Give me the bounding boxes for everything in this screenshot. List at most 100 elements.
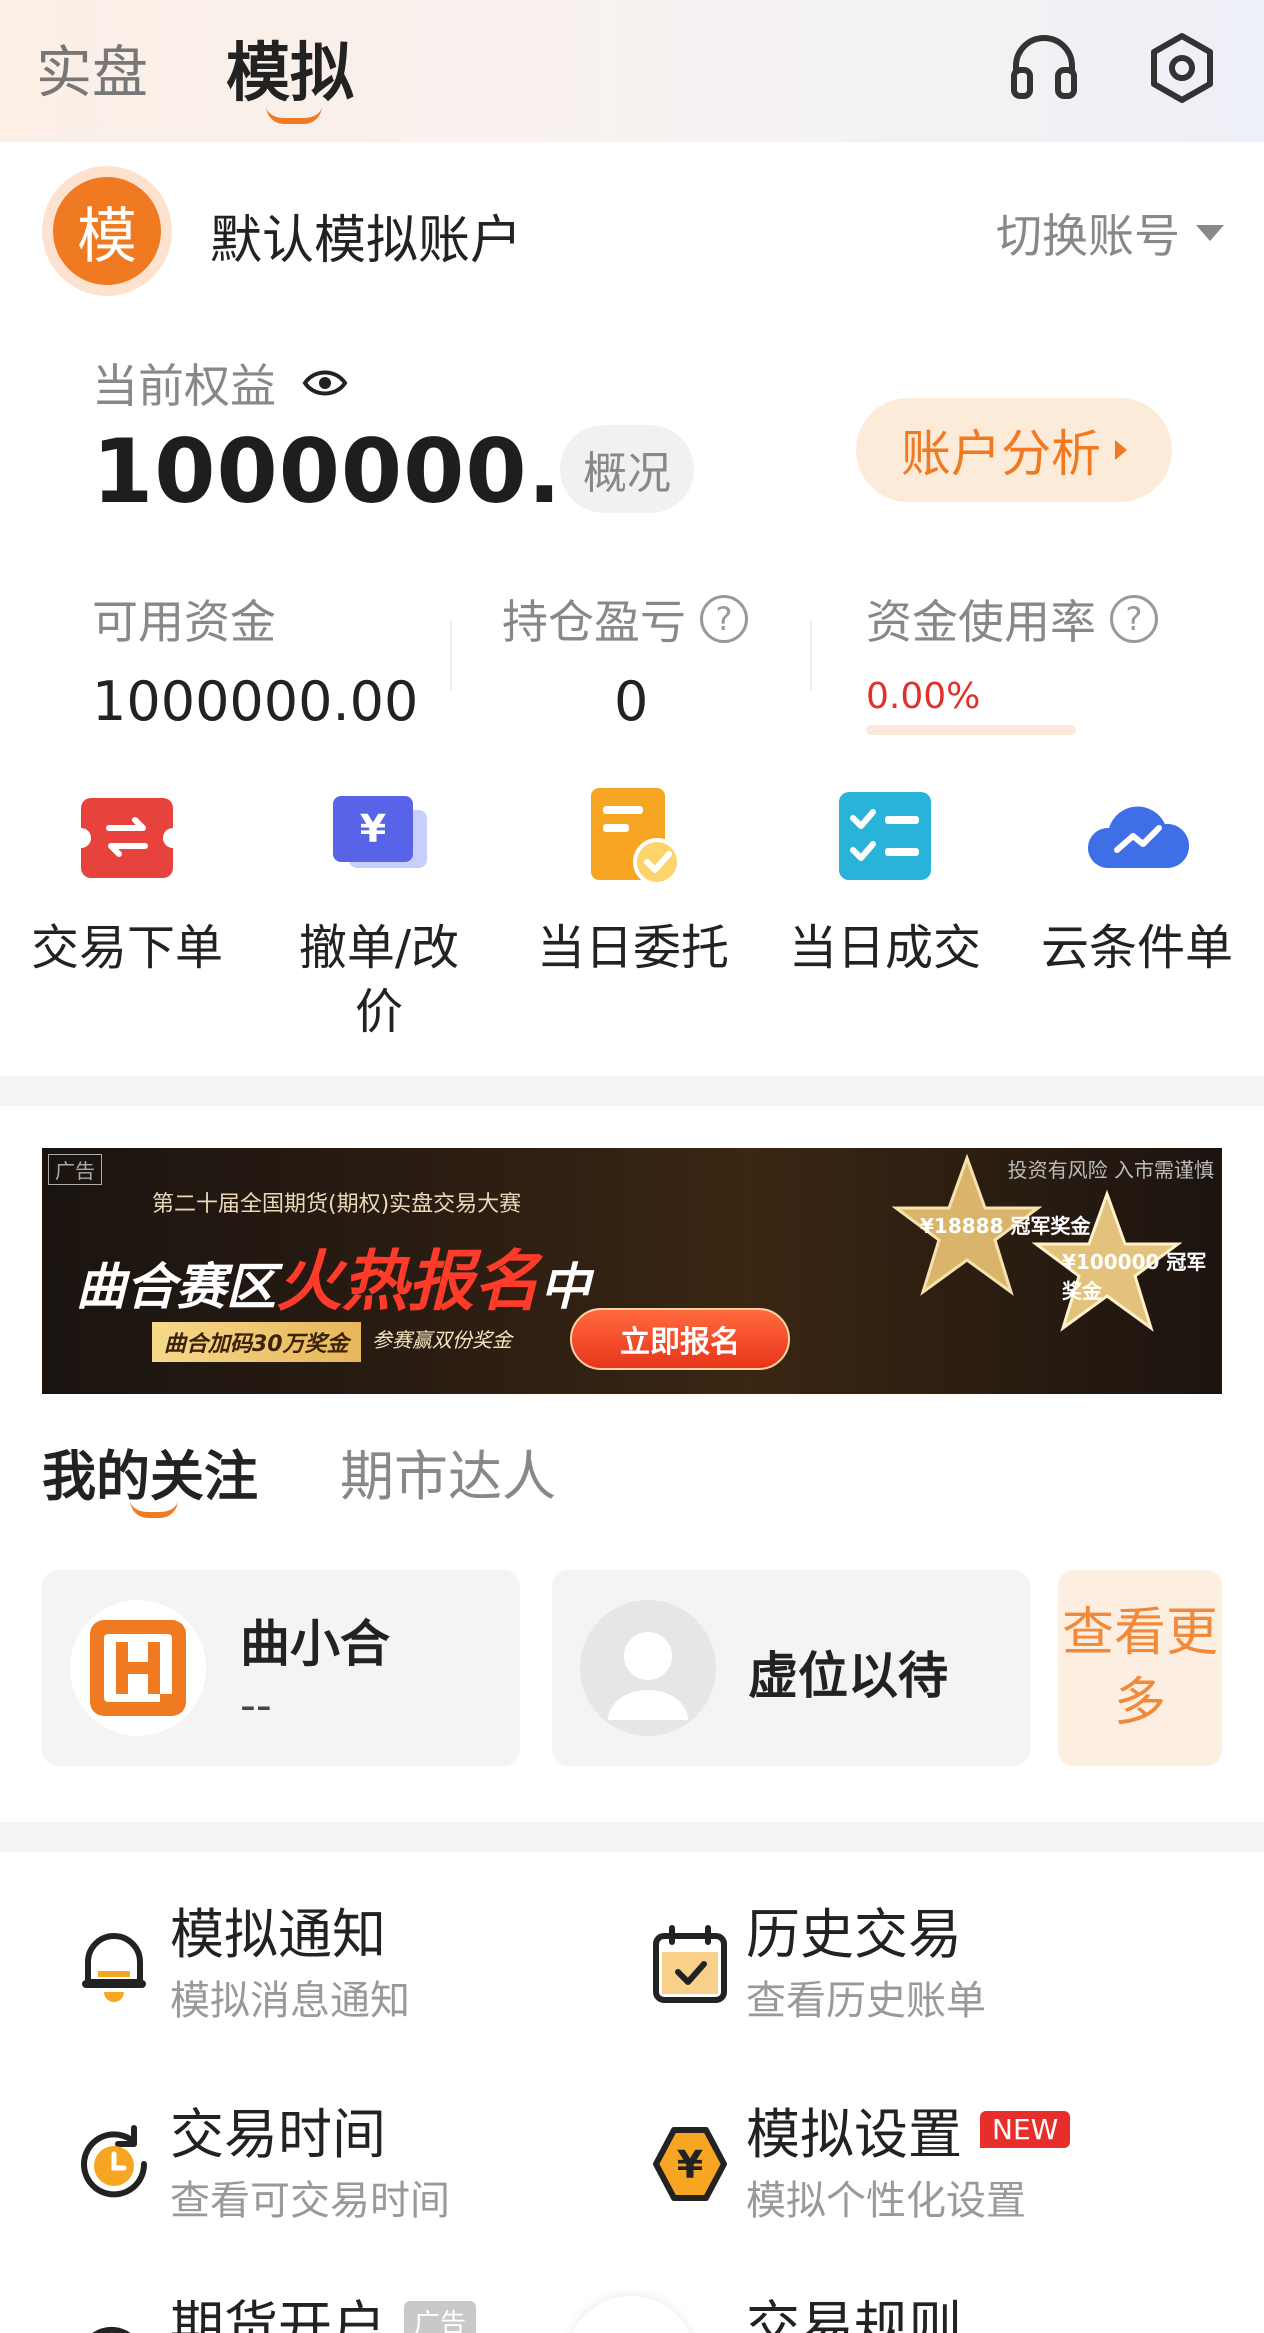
follow-name: 虚位以待 bbox=[748, 1647, 948, 1705]
avatar-char: 模 bbox=[53, 177, 161, 285]
prize-label: ¥100000 冠军奖金 bbox=[1062, 1250, 1207, 1303]
banner-title-c: 中 bbox=[540, 1258, 590, 1316]
calendar-check-icon bbox=[653, 1925, 727, 2003]
menu-sub: 模拟消息通知 bbox=[170, 1978, 410, 2024]
quick-action-cancel[interactable]: ¥ 撤单/改价 bbox=[264, 784, 494, 1044]
menu-title: 期货开户 广告 bbox=[170, 2282, 477, 2333]
menu-title: 模拟设置 NEW bbox=[746, 2090, 1071, 2169]
stat-value: 1000000.00 bbox=[92, 670, 419, 733]
banner-bonus: 曲合加码30万奖金 bbox=[152, 1322, 361, 1362]
follow-card[interactable]: 曲小合 -- bbox=[42, 1570, 520, 1766]
follow-sub: -- bbox=[240, 1680, 272, 1731]
help-icon[interactable]: ? bbox=[700, 595, 748, 643]
checklist-icon bbox=[839, 792, 931, 880]
tab-active-indicator bbox=[266, 106, 322, 124]
menu-title: 交易时间 bbox=[170, 2090, 386, 2169]
equity-label: 当前权益 bbox=[92, 359, 276, 413]
divider bbox=[810, 620, 812, 690]
avatar-placeholder-icon bbox=[580, 1600, 716, 1736]
menu-open-account[interactable]: 期货开户 广告 bbox=[42, 2282, 602, 2333]
ad-tag: 广告 bbox=[48, 1154, 102, 1185]
menu-sim-notice[interactable]: 模拟通知 模拟消息通知 bbox=[42, 1890, 602, 2030]
yen-card-icon: ¥ bbox=[333, 796, 427, 868]
menu-title-text: 交易时间 bbox=[170, 2103, 386, 2166]
banner-title-a: 曲合赛区 bbox=[76, 1258, 276, 1316]
menu-sub: 查看可交易时间 bbox=[170, 2178, 450, 2224]
exchange-icon bbox=[71, 798, 183, 878]
account-analysis-label: 账户分析 bbox=[901, 425, 1101, 483]
quick-action-trade[interactable]: 交易下单 bbox=[12, 784, 242, 980]
quick-action-label: 当日委托 bbox=[536, 920, 729, 976]
stat-label: 持仓盈亏 bbox=[502, 595, 686, 649]
settings-icon[interactable] bbox=[1144, 30, 1220, 106]
stat-value: 0.00% bbox=[866, 676, 981, 717]
view-more-button[interactable]: 查看更多 bbox=[1058, 1570, 1222, 1766]
register-button[interactable]: 立即报名 bbox=[570, 1308, 790, 1370]
divider bbox=[450, 620, 452, 690]
menu-history-trades[interactable]: 历史交易 查看历史账单 bbox=[618, 1890, 1178, 2030]
promo-banner[interactable]: 广告 投资有风险 入市需谨慎 第二十届全国期货(期权)实盘交易大赛 曲合赛区火热… bbox=[42, 1148, 1222, 1394]
menu-title: 模拟通知 bbox=[170, 1890, 386, 1969]
menu-trade-time[interactable]: 交易时间 查看可交易时间 bbox=[42, 2090, 602, 2230]
stat-available-funds: 可用资金 1000000.00 bbox=[92, 586, 418, 733]
menu-title-text: 模拟通知 bbox=[170, 1903, 386, 1966]
clock-icon bbox=[81, 2125, 148, 2198]
overview-button[interactable]: 概况 bbox=[560, 425, 694, 513]
menu-title: 交易规则 bbox=[746, 2282, 962, 2333]
banner-title-b: 火热报名 bbox=[276, 1243, 540, 1320]
section-divider bbox=[0, 1076, 1264, 1106]
stat-position-pnl: 持仓盈亏 ? 0 bbox=[502, 586, 748, 733]
chevron-right-icon bbox=[1115, 440, 1127, 460]
tab-real[interactable]: 实盘 bbox=[36, 28, 148, 109]
quick-action-label: 交易下单 bbox=[30, 920, 223, 976]
help-icon[interactable]: ? bbox=[1110, 595, 1158, 643]
switch-account-label: 切换账号 bbox=[996, 209, 1180, 263]
stat-fund-usage: 资金使用率 ? 0.00% bbox=[866, 586, 1158, 735]
hex-yen-icon: ¥ bbox=[653, 2127, 727, 2201]
account-name: 默认模拟账户 bbox=[210, 211, 523, 271]
avatar: 模 bbox=[42, 166, 172, 296]
menu-trade-rules[interactable]: 交易规则 bbox=[618, 2282, 1178, 2333]
menu-sim-settings[interactable]: ¥ 模拟设置 NEW 模拟个性化设置 bbox=[618, 2090, 1178, 2230]
switch-account-button[interactable]: 切换账号 bbox=[996, 200, 1224, 266]
menu-sub: 模拟个性化设置 bbox=[746, 2178, 1026, 2224]
follow-card[interactable]: 虚位以待 bbox=[552, 1570, 1030, 1766]
quick-action-cloud-order[interactable]: 云条件单 bbox=[1022, 784, 1252, 980]
menu-title-text: 历史交易 bbox=[746, 1903, 962, 1966]
quick-action-label: 当日成交 bbox=[788, 920, 981, 976]
quick-action-today-orders[interactable]: 当日委托 bbox=[518, 784, 748, 980]
equity-label-row: 当前权益 bbox=[92, 350, 348, 416]
order-check-icon bbox=[591, 788, 681, 886]
tab-sim[interactable]: 模拟 bbox=[226, 22, 354, 114]
menu-title-text: 期货开户 bbox=[170, 2295, 386, 2333]
banner-bonus-2: 参赛赢双份奖金 bbox=[372, 1328, 512, 1352]
svg-text:¥: ¥ bbox=[360, 807, 386, 851]
menu-sub: 查看历史账单 bbox=[746, 1978, 986, 2024]
bell-icon bbox=[82, 1933, 146, 2002]
brand-logo-icon bbox=[70, 1600, 206, 1736]
quick-action-label: 云条件单 bbox=[1040, 920, 1233, 976]
quick-action-today-trades[interactable]: 当日成交 bbox=[770, 784, 1000, 980]
ad-badge: 广告 bbox=[404, 2301, 477, 2333]
eye-icon[interactable] bbox=[302, 366, 348, 400]
tab-experts[interactable]: 期市达人 bbox=[340, 1432, 556, 1511]
account-analysis-button[interactable]: 账户分析 bbox=[856, 398, 1172, 502]
banner-title: 曲合赛区火热报名中 bbox=[76, 1228, 590, 1324]
headset-icon[interactable] bbox=[1006, 30, 1082, 106]
usage-progress-bar bbox=[866, 725, 1076, 735]
stat-label: 资金使用率 bbox=[866, 595, 1096, 649]
stat-value: 0 bbox=[614, 670, 649, 733]
top-bar: 实盘 模拟 bbox=[0, 0, 1264, 142]
quick-action-label: 撤单/改价 bbox=[298, 920, 460, 1040]
cloud-trend-icon bbox=[1087, 806, 1190, 868]
menu-title-text: 交易规则 bbox=[746, 2295, 962, 2333]
menu-title-text: 模拟设置 bbox=[746, 2103, 962, 2166]
tab-active-indicator bbox=[130, 1500, 178, 1518]
menu-title: 历史交易 bbox=[746, 1890, 962, 1969]
svg-text:¥: ¥ bbox=[677, 2143, 703, 2187]
stat-label: 可用资金 bbox=[92, 595, 276, 649]
section-divider bbox=[0, 1822, 1264, 1852]
banner-subtitle: 第二十届全国期货(期权)实盘交易大赛 bbox=[152, 1192, 522, 1217]
follow-name: 曲小合 bbox=[240, 1615, 390, 1673]
account-open-icon bbox=[92, 2326, 131, 2333]
